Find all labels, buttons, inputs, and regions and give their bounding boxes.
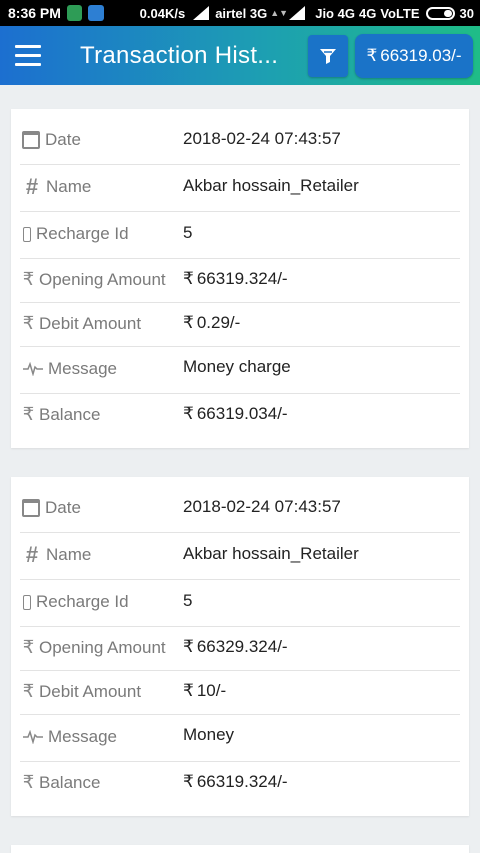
network-speed: 0.04K/s xyxy=(139,5,186,21)
rupee-icon: ₹ xyxy=(183,404,194,423)
rupee-icon: ₹ xyxy=(366,46,378,65)
rupee-icon: ₹ xyxy=(22,269,35,289)
page-title: Transaction Hist... xyxy=(80,41,279,69)
transaction-list[interactable]: Date 2018-02-24 07:43:57 # Name Akbar ho… xyxy=(0,85,480,853)
signal-icon xyxy=(193,6,210,20)
wallet-balance-value: 66319.03/- xyxy=(380,46,462,65)
filter-button[interactable] xyxy=(308,35,348,77)
menu-button[interactable] xyxy=(0,26,56,85)
debit-amount-row: ₹ Debit Amount ₹0.29/- xyxy=(20,303,460,347)
name-label: # Name xyxy=(22,542,91,567)
mobile-icon xyxy=(23,594,31,610)
opening-amount-label: ₹ Opening Amount xyxy=(22,637,166,657)
battery-level: 30 xyxy=(459,5,474,21)
name-value: Akbar hossain_Retailer xyxy=(183,176,359,195)
rupee-icon: ₹ xyxy=(183,313,194,332)
network-type: 4G xyxy=(358,5,377,21)
name-row: # Name Akbar hossain_Retailer xyxy=(20,533,460,580)
pulse-icon xyxy=(23,730,43,744)
date-value: 2018-02-24 07:43:57 xyxy=(183,129,341,148)
balance-row: ₹ Balance ₹66319.034/- xyxy=(20,394,460,448)
date-row: Date 2018-02-24 07:43:57 xyxy=(20,477,460,533)
data-activity-icon: ▲▼ xyxy=(270,8,289,18)
rupee-icon: ₹ xyxy=(183,681,194,700)
calendar-icon xyxy=(22,131,40,149)
opening-amount-row: ₹ Opening Amount ₹66329.324/- xyxy=(20,627,460,671)
rupee-icon: ₹ xyxy=(22,313,35,333)
recharge-id-value: 5 xyxy=(183,591,193,610)
balance-label: ₹ Balance xyxy=(22,404,101,424)
name-row: # Name Akbar hossain_Retailer xyxy=(20,165,460,212)
rupee-icon: ₹ xyxy=(183,772,194,791)
rupee-icon: ₹ xyxy=(22,681,35,701)
notification-icon xyxy=(66,5,83,21)
name-value: Akbar hossain_Retailer xyxy=(183,544,359,563)
status-bar: 8:36 PM 0.04K/s airtel 3G ▲▼ Jio 4G 4G V… xyxy=(0,0,480,26)
carrier-name: Jio 4G xyxy=(315,5,355,21)
status-time: 8:36 PM xyxy=(8,5,61,21)
date-row: Date 2018-02-24 07:43:57 xyxy=(20,109,460,165)
pulse-icon xyxy=(23,362,43,376)
transaction-card[interactable] xyxy=(11,845,469,853)
message-label: Message xyxy=(22,727,117,747)
recharge-id-label: Recharge Id xyxy=(22,224,129,244)
hamburger-icon xyxy=(15,54,41,57)
mobile-icon xyxy=(23,226,31,242)
transaction-card[interactable]: Date 2018-02-24 07:43:57 # Name Akbar ho… xyxy=(11,109,469,448)
recharge-id-value: 5 xyxy=(183,223,193,242)
signal-icon xyxy=(289,6,306,20)
opening-amount-row: ₹ Opening Amount ₹66319.324/- xyxy=(20,259,460,303)
rupee-icon: ₹ xyxy=(183,637,194,656)
name-label: # Name xyxy=(22,174,91,199)
app-bar: Transaction Hist... ₹ 66319.03/- xyxy=(0,26,480,85)
calendar-icon xyxy=(22,499,40,517)
rupee-icon: ₹ xyxy=(22,404,35,424)
wallet-balance-button[interactable]: ₹ 66319.03/- xyxy=(355,34,473,78)
message-row: Message Money xyxy=(20,715,460,762)
carrier-name: airtel 3G xyxy=(215,5,268,21)
message-row: Message Money charge xyxy=(20,347,460,394)
transaction-card[interactable]: Date 2018-02-24 07:43:57 # Name Akbar ho… xyxy=(11,477,469,816)
message-label: Message xyxy=(22,359,117,379)
recharge-id-label: Recharge Id xyxy=(22,592,129,612)
recharge-id-row: Recharge Id 5 xyxy=(20,580,460,627)
date-label: Date xyxy=(22,498,81,518)
balance-label: ₹ Balance xyxy=(22,772,101,792)
debit-amount-value: ₹10/- xyxy=(183,681,227,700)
balance-row: ₹ Balance ₹66319.324/- xyxy=(20,762,460,816)
hash-icon: # xyxy=(25,542,39,567)
balance-value: ₹66319.324/- xyxy=(183,772,288,791)
hash-icon: # xyxy=(25,174,39,199)
debit-amount-row: ₹ Debit Amount ₹10/- xyxy=(20,671,460,715)
message-value: Money charge xyxy=(183,357,291,376)
rupee-icon: ₹ xyxy=(22,637,35,657)
filter-icon xyxy=(320,49,336,64)
rupee-icon: ₹ xyxy=(183,269,194,288)
battery-icon xyxy=(425,6,455,20)
balance-value: ₹66319.034/- xyxy=(183,404,288,423)
opening-amount-value: ₹66329.324/- xyxy=(183,637,288,656)
debit-amount-value: ₹0.29/- xyxy=(183,313,241,332)
date-label: Date xyxy=(22,130,81,150)
volte-label: VoLTE xyxy=(380,5,420,21)
debit-amount-label: ₹ Debit Amount xyxy=(22,313,142,333)
debit-amount-label: ₹ Debit Amount xyxy=(22,681,142,701)
opening-amount-label: ₹ Opening Amount xyxy=(22,269,166,289)
recharge-id-row: Recharge Id 5 xyxy=(20,212,460,259)
date-value: 2018-02-24 07:43:57 xyxy=(183,497,341,516)
hamburger-icon xyxy=(15,63,41,66)
notification-icon xyxy=(88,5,104,21)
rupee-icon: ₹ xyxy=(22,772,35,792)
message-value: Money xyxy=(183,725,235,744)
opening-amount-value: ₹66319.324/- xyxy=(183,269,288,288)
hamburger-icon xyxy=(15,45,41,48)
